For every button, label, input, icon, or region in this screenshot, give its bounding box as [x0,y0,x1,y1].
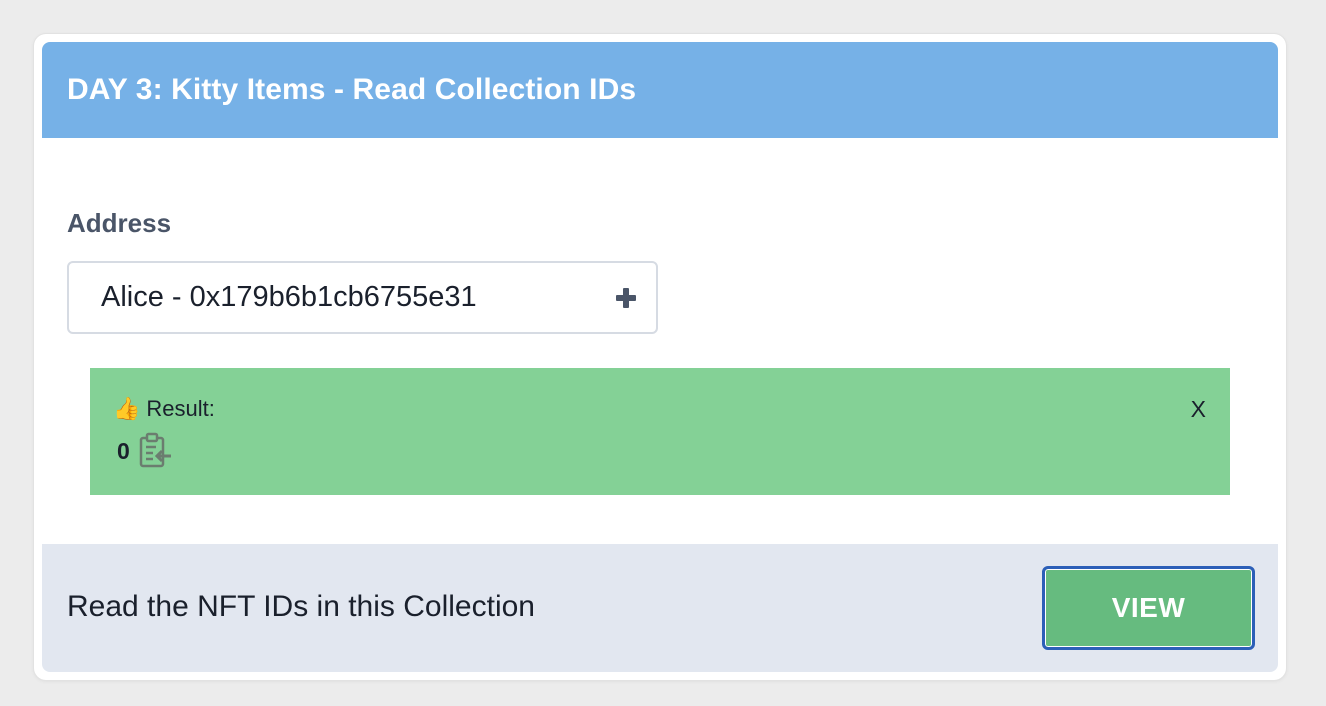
card-header: DAY 3: Kitty Items - Read Collection IDs [42,42,1278,138]
result-close-button[interactable]: X [1191,396,1206,423]
clipboard-icon[interactable] [138,432,174,470]
address-select[interactable]: Alice - 0x179b6b1cb6755e31 [67,261,658,334]
result-label-row: 👍 Result: [113,396,215,422]
result-box: 👍 Result: X 0 [90,368,1230,495]
transaction-card: DAY 3: Kitty Items - Read Collection IDs… [34,34,1286,680]
view-button[interactable]: VIEW [1042,566,1255,650]
card-footer: Read the NFT IDs in this Collection VIEW [42,544,1278,672]
thumbs-up-icon: 👍 [113,396,141,421]
result-value-row: 0 [117,432,174,470]
address-select-value: Alice - 0x179b6b1cb6755e31 [101,281,477,313]
address-label: Address [67,208,172,238]
card-title: DAY 3: Kitty Items - Read Collection IDs [67,73,637,106]
footer-description: Read the NFT IDs in this Collection [67,590,535,623]
result-label: Result: [146,396,215,421]
plus-icon[interactable] [616,287,636,308]
result-value: 0 [117,437,130,464]
